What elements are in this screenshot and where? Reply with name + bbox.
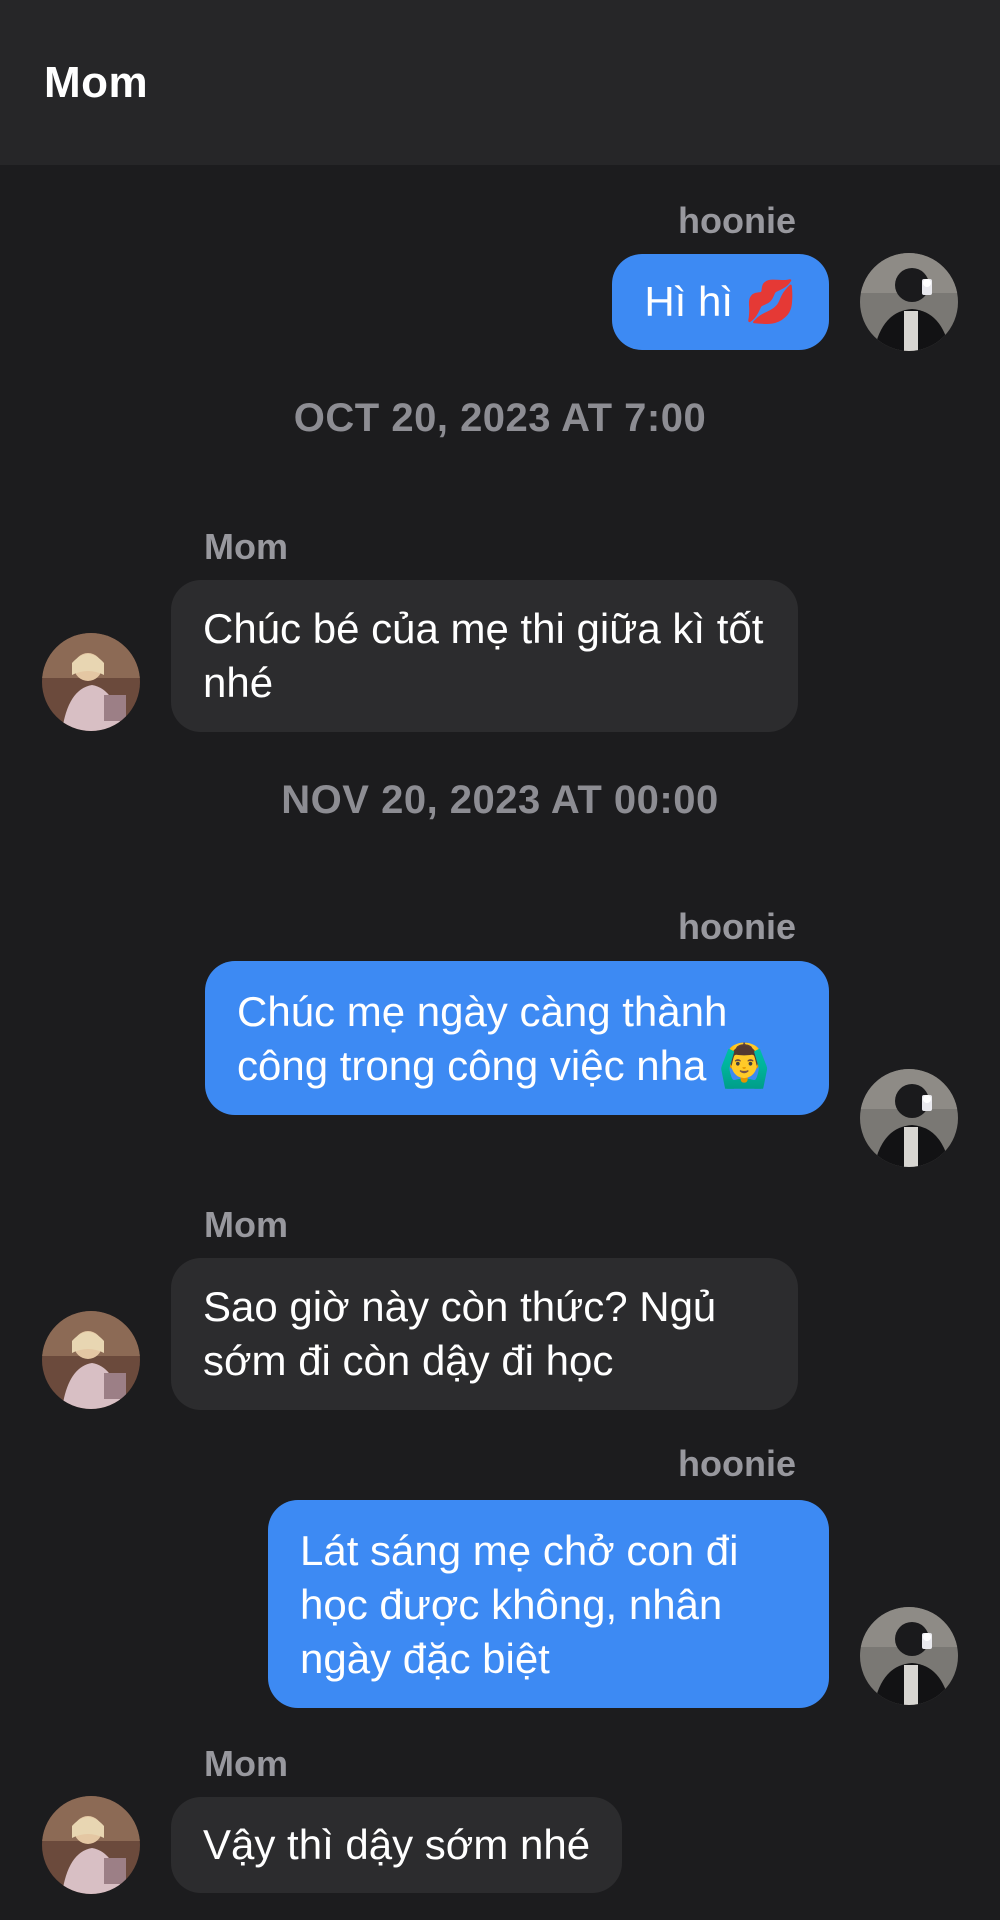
message-bubble-outgoing[interactable]: Hì hì 💋	[612, 254, 829, 350]
timestamp-divider: NOV 20, 2023 AT 00:00	[281, 778, 719, 822]
message-bubble-incoming[interactable]: Vậy thì dậy sớm nhé	[171, 1797, 623, 1893]
chat-header: Mom	[0, 0, 1000, 165]
contact-avatar[interactable]	[42, 1796, 140, 1894]
chat-title: Mom	[44, 58, 149, 107]
sender-name: Mom	[204, 1204, 288, 1245]
contact-avatar[interactable]	[42, 1311, 140, 1409]
user-avatar[interactable]	[860, 253, 958, 351]
message-bubble-outgoing[interactable]: Lát sáng mẹ chở con đi học được không, n…	[268, 1500, 829, 1708]
sender-name: hoonie	[678, 200, 796, 241]
contact-avatar[interactable]	[42, 633, 140, 731]
timestamp-divider: OCT 20, 2023 AT 7:00	[293, 396, 707, 440]
sender-name: hoonie	[678, 1443, 796, 1484]
sender-name: hoonie	[678, 906, 796, 947]
message-bubble-incoming[interactable]: Sao giờ này còn thức? Ngủ sớm đi còn dậy…	[171, 1258, 798, 1410]
user-avatar[interactable]	[860, 1069, 958, 1167]
message-bubble-incoming[interactable]: Chúc bé của mẹ thi giữa kì tốt nhé	[171, 580, 798, 732]
sender-name: Mom	[204, 1743, 288, 1784]
sender-name: Mom	[204, 526, 288, 567]
message-bubble-outgoing[interactable]: Chúc mẹ ngày càng thành công trong công …	[205, 961, 829, 1115]
user-avatar[interactable]	[860, 1607, 958, 1705]
